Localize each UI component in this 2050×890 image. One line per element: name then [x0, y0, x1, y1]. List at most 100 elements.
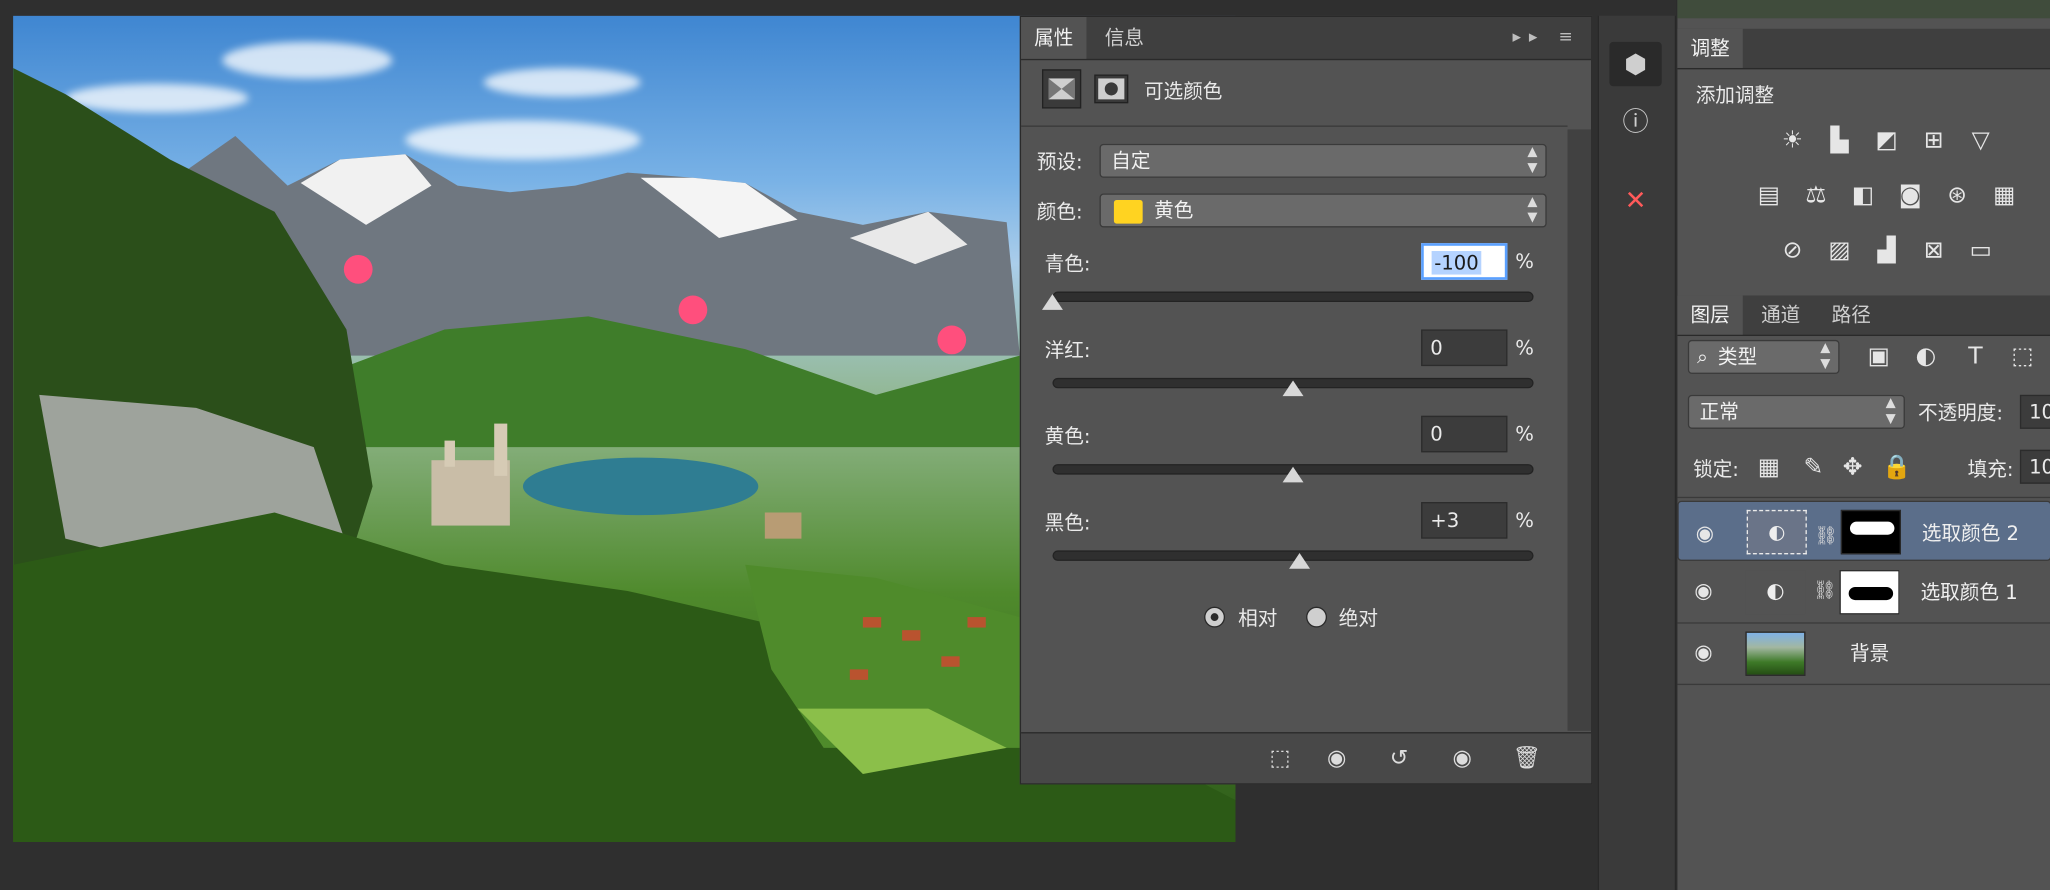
color-lookup-icon[interactable]: ▦ [1986, 180, 2023, 211]
layer-mask-icon[interactable] [1094, 74, 1129, 104]
black-slider-thumb[interactable] [1289, 553, 1311, 569]
gradient-map-icon[interactable]: ▭ [1962, 235, 1999, 266]
tab-adjustments[interactable]: 调整 [1677, 28, 1743, 68]
posterize-icon[interactable]: ▨ [1821, 235, 1858, 266]
panel-menu-icon[interactable]: ▸▸ ≡ [1513, 27, 1581, 47]
yellow-slider-thumb[interactable] [1282, 466, 1304, 483]
photo-filter-icon[interactable]: ◙ [1892, 180, 1929, 211]
lock-all-icon[interactable]: 🔒 [1879, 452, 1916, 483]
layer-row-background[interactable]: ◉ 背景 [1677, 624, 2050, 686]
fill-label: 填充: [1967, 457, 2014, 482]
layer-row-selective-color-2[interactable]: ◉ ◐ ⛓ 选取颜色 2 [1677, 500, 2050, 561]
cyan-label: 青色: [1044, 252, 1091, 276]
layer-name: 背景 [1849, 641, 1890, 666]
visibility-eye-icon[interactable]: ◉ [1690, 578, 1716, 604]
hue-saturation-icon[interactable]: ▤ [1751, 180, 1788, 211]
layer-filter-select[interactable]: ⌕ 类型 ▲ ▼ [1687, 339, 1840, 374]
filter-type-icon[interactable]: T [1957, 341, 1994, 372]
tab-properties[interactable]: 属性 [1021, 16, 1087, 59]
relative-radio[interactable] [1204, 606, 1226, 628]
divider [1677, 496, 2050, 499]
channel-mixer-icon[interactable]: ⊛ [1939, 180, 1976, 211]
preset-select[interactable]: 自定 ▲ ▼ [1099, 143, 1547, 178]
view-previous-state-icon[interactable]: ◉ [1327, 745, 1346, 771]
add-adjustment-label: 添加调整 [1695, 83, 1775, 108]
info-icon[interactable]: ⓘ [1609, 99, 1661, 143]
select-arrows-icon: ▲ ▼ [1885, 396, 1896, 427]
absolute-label: 绝对 [1338, 606, 1379, 631]
tab-info[interactable]: 信息 [1092, 17, 1157, 59]
exposure-icon[interactable]: ⊞ [1915, 126, 1952, 157]
yellow-label: 黄色: [1044, 424, 1091, 449]
percent-sign: % [1515, 422, 1534, 446]
link-chain-icon[interactable]: ⛓ [1813, 580, 1836, 601]
blend-mode-select[interactable]: 正常 ▲ ▼ [1687, 394, 1905, 429]
toggle-visibility-icon[interactable]: ◉ [1453, 745, 1472, 771]
adjustment-thumbnail[interactable]: ◐ [1745, 570, 1806, 615]
filter-adjustment-icon[interactable]: ◐ [1907, 341, 1944, 372]
magenta-label: 洋红: [1044, 338, 1091, 363]
cyan-value-input[interactable]: -100 [1421, 243, 1508, 280]
cyan-slider-thumb[interactable] [1041, 294, 1063, 310]
fill-input[interactable]: 10 [2019, 449, 2050, 484]
layer-row-selective-color-1[interactable]: ◉ ◐ ⛓ 选取颜色 1 [1677, 562, 2050, 624]
delete-icon[interactable]: 🗑 [1513, 745, 1541, 771]
histogram-strip [1677, 0, 2050, 19]
magenta-value-input[interactable]: 0 [1421, 329, 1508, 367]
layer-thumbnail[interactable] [1745, 631, 1806, 676]
color-balance-icon[interactable]: ⚖ [1798, 180, 1835, 211]
layer-name: 选取颜色 2 [1921, 521, 2020, 546]
visibility-eye-icon[interactable]: ◉ [1692, 518, 1718, 545]
opacity-input[interactable]: 10 [2019, 394, 2050, 429]
photoshop-workspace: 属性 信息 ▸▸ ≡ 可选颜色 预设: 自定 ▲ ▼ 颜色: 黄色 ▲ ▼ 青色: [0, 0, 2050, 890]
tool-preset-x-icon[interactable]: ✕ [1609, 178, 1661, 222]
threshold-icon[interactable]: ▟ [1868, 235, 1905, 266]
tab-layers[interactable]: 图层 [1677, 295, 1743, 335]
color-swatch-icon [1113, 199, 1143, 223]
color-select[interactable]: 黄色 ▲ ▼ [1099, 193, 1547, 228]
select-arrows-icon: ▲ ▼ [1527, 145, 1538, 176]
adjustment-layer-icon[interactable] [1041, 69, 1082, 109]
percent-sign: % [1515, 336, 1534, 360]
tab-channels[interactable]: 通道 [1748, 295, 1813, 334]
yellow-value-input[interactable]: 0 [1421, 415, 1508, 453]
lock-position-icon[interactable]: ✥ [1834, 452, 1871, 483]
levels-icon[interactable]: ▙ [1821, 126, 1858, 157]
lock-transparency-icon[interactable]: ▦ [1751, 452, 1788, 483]
adjustment-thumbnail[interactable]: ◐ [1746, 509, 1807, 555]
select-arrows-icon: ▲ ▼ [1527, 194, 1538, 225]
absolute-radio[interactable] [1306, 606, 1328, 628]
cyan-slider-track[interactable] [1052, 291, 1534, 303]
collapsed-panel-dock: ⬢ ⓘ ✕ [1597, 15, 1677, 890]
black-white-icon[interactable]: ◧ [1845, 180, 1882, 211]
lock-label: 锁定: [1693, 457, 1739, 482]
opacity-label: 不透明度: [1917, 401, 2004, 425]
properties-tab-bar: 属性 信息 ▸▸ ≡ [1021, 16, 1592, 61]
link-chain-icon[interactable]: ⛓ [1815, 520, 1838, 551]
adjustment-title: 可选颜色 [1143, 79, 1223, 104]
filter-pixel-icon[interactable]: ▣ [1860, 341, 1897, 372]
selective-color-icon[interactable]: ⊠ [1915, 235, 1952, 266]
reset-icon[interactable]: ↺ [1390, 745, 1409, 771]
vibrance-icon[interactable]: ▽ [1962, 126, 1999, 157]
3d-cube-icon[interactable]: ⬢ [1609, 41, 1662, 87]
mask-thumbnail[interactable] [1839, 570, 1900, 615]
black-value-input[interactable]: +3 [1421, 502, 1508, 539]
tab-paths[interactable]: 路径 [1819, 295, 1884, 334]
magenta-slider-thumb[interactable] [1282, 380, 1304, 397]
adjustments-tab-bar: 调整 [1677, 28, 2050, 70]
clip-to-layer-icon[interactable]: ⬚ [1269, 745, 1290, 771]
black-label: 黑色: [1044, 511, 1091, 535]
relative-label: 相对 [1238, 606, 1278, 631]
visibility-eye-icon[interactable]: ◉ [1690, 639, 1716, 665]
brightness-icon[interactable]: ☀ [1774, 126, 1811, 157]
lock-image-icon[interactable]: ✎ [1795, 452, 1832, 483]
mask-thumbnail[interactable] [1840, 509, 1901, 555]
filter-shape-icon[interactable]: ⬚ [2004, 341, 2041, 372]
curves-icon[interactable]: ◩ [1868, 126, 1905, 157]
layers-tab-bar: 图层 通道 路径 [1677, 295, 2050, 337]
properties-scrollbar[interactable] [1567, 129, 1592, 731]
properties-footer: ⬚ ◉ ↺ ◉ 🗑 [1021, 732, 1592, 784]
invert-icon[interactable]: ⊘ [1774, 235, 1811, 266]
layer-name: 选取颜色 1 [1920, 580, 2018, 605]
